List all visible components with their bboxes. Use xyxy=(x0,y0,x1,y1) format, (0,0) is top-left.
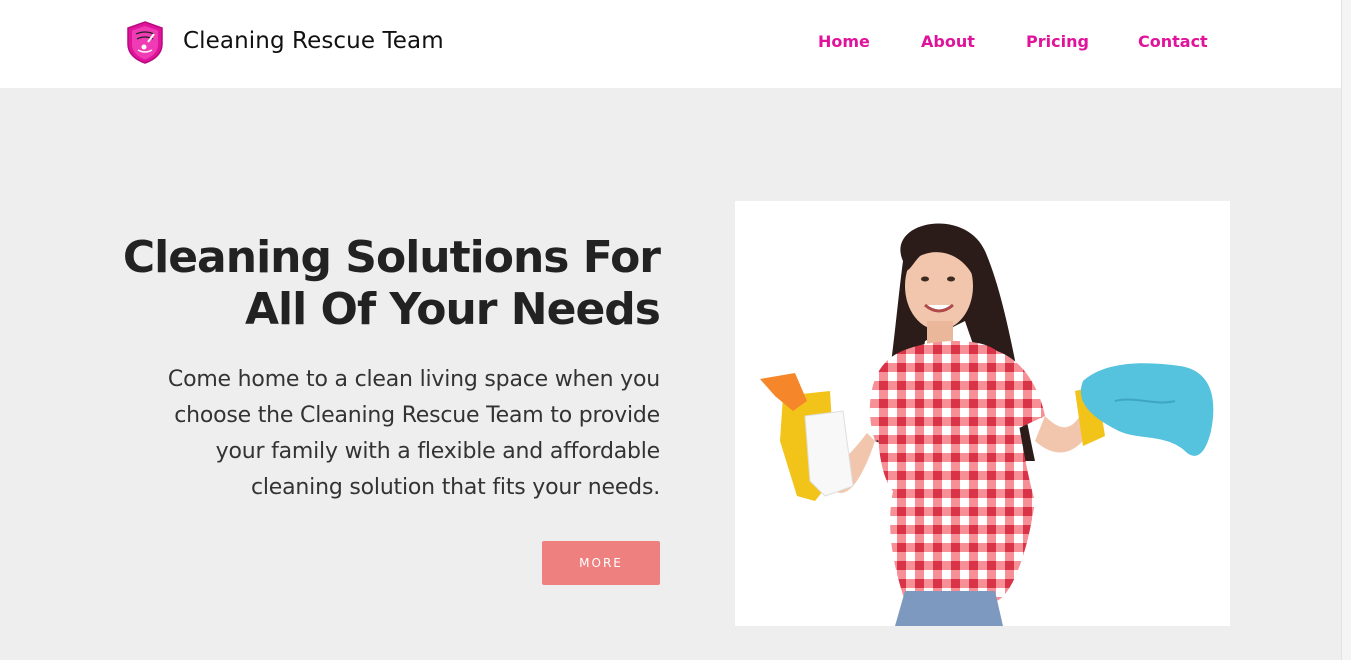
hero-desc-line: cleaning solution that fits your needs. xyxy=(251,475,660,500)
hero-headline-line1: Cleaning Solutions For xyxy=(122,232,661,283)
hero-desc-line: Come home to a clean living space when y… xyxy=(167,367,660,392)
brand-name[interactable]: Cleaning Rescue Team xyxy=(183,28,444,54)
nav-home[interactable]: Home xyxy=(818,32,870,51)
hero-desc-line: choose the Cleaning Rescue Team to provi… xyxy=(174,403,660,428)
site-header: Cleaning Rescue Team Home About Pricing … xyxy=(0,0,1351,88)
hero-headline: Cleaning Solutions For All Of Your Needs xyxy=(100,232,661,336)
hero-description: Come home to a clean living space when y… xyxy=(120,362,660,506)
nav-about[interactable]: About xyxy=(921,32,975,51)
woman-with-cleaning-supplies-image xyxy=(735,201,1230,626)
hero-headline-line2: All Of Your Needs xyxy=(245,284,661,335)
nav-contact[interactable]: Contact xyxy=(1138,32,1208,51)
nav-pricing[interactable]: Pricing xyxy=(1026,32,1089,51)
more-button[interactable]: MORE xyxy=(542,541,660,585)
shield-logo-icon[interactable] xyxy=(124,20,166,65)
page-scrollbar[interactable] xyxy=(1341,0,1351,660)
hero-desc-line: your family with a flexible and affordab… xyxy=(215,439,661,464)
